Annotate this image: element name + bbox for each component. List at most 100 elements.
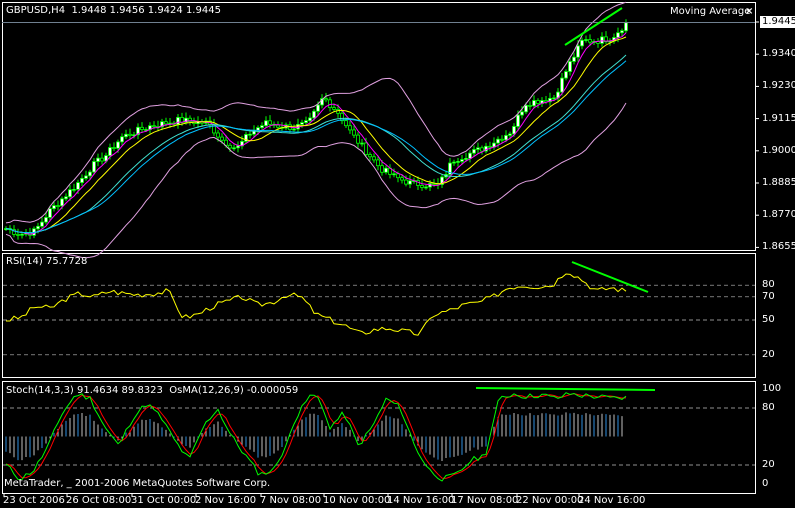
candle-body (576, 45, 580, 58)
candle-body (392, 173, 396, 176)
candle-body (48, 208, 52, 218)
stoch-tick-label: 20 (762, 459, 775, 470)
candle-body (300, 122, 304, 125)
candle-body (332, 107, 336, 110)
candle-body (56, 205, 60, 207)
x-tick-label: 24 Nov 16:00 (578, 495, 646, 506)
trendline-stoch (475, 387, 656, 391)
copyright: MetaTrader, _ 2001-2006 MetaQuotes Softw… (4, 478, 271, 489)
close-icon[interactable]: × (745, 6, 753, 18)
candle-body (268, 120, 272, 125)
osma-value: OsMA(12,26,9) -0.000059 (169, 385, 299, 396)
candle-body (508, 133, 512, 136)
x-tick-label: 2 Nov 16:00 (195, 495, 257, 506)
candle-body (348, 125, 352, 131)
candle-body (472, 149, 476, 154)
candle-body (72, 188, 76, 191)
candle-body (420, 185, 424, 188)
panel-frame (2, 381, 756, 494)
candle-body (352, 129, 356, 136)
trendline-rsi (571, 261, 649, 293)
candle-body (588, 39, 592, 43)
ma-slow-line (5, 54, 627, 234)
stoch-tick-label: 80 (762, 402, 775, 413)
candle-body (356, 134, 360, 144)
candle-body (120, 136, 124, 143)
candle-body (264, 120, 268, 127)
stoch-label: Stoch(14,3,3) 91.4634 89.8323 OsMA(12,26… (6, 385, 298, 397)
candle-body (84, 175, 88, 179)
candle-body (372, 156, 376, 161)
panel-frame (2, 253, 756, 378)
candle-body (228, 144, 232, 149)
candle-body (312, 110, 316, 119)
panel-frame (2, 2, 756, 251)
candle-body (584, 39, 588, 41)
candle-body (568, 61, 572, 72)
y-tick-label: 1.8655 (762, 241, 795, 253)
candle-body (308, 117, 312, 121)
rsi-tick-label: 80 (762, 279, 775, 291)
candle-body (616, 32, 620, 38)
candle-body (108, 147, 112, 156)
x-tick-label: 14 Nov 16:00 (387, 495, 455, 506)
candle-body (500, 138, 504, 141)
candle-body (292, 128, 296, 131)
candle-body (344, 120, 348, 127)
candle-body (480, 147, 484, 152)
candle-body (396, 173, 400, 179)
candle-body (620, 30, 624, 34)
x-tick-label: 31 Oct 00:00 (131, 495, 197, 506)
candle-body (364, 142, 368, 155)
candle-body (512, 126, 516, 135)
candle-body (140, 126, 144, 130)
x-tick-label: 7 Nov 08:00 (260, 495, 322, 506)
candle-body (76, 182, 80, 190)
x-tick-label: 23 Oct 2006 (3, 495, 65, 506)
candle-body (476, 147, 480, 150)
candle-body (524, 104, 528, 113)
candle-body (536, 100, 540, 104)
stoch-tick-label: 100 (762, 383, 782, 394)
candle-body (260, 125, 264, 129)
candle-body (516, 114, 520, 127)
ma-mid-line (5, 36, 627, 234)
symbol: GBPUSD,H4 (6, 5, 66, 16)
candle-body (408, 180, 412, 185)
candle-body (624, 22, 628, 32)
candle-body (376, 159, 380, 167)
candle-body (380, 165, 384, 173)
candle-body (20, 233, 24, 236)
candle-body (236, 145, 240, 149)
candle-body (504, 135, 508, 141)
candle-body (384, 167, 388, 173)
candle-body (92, 161, 96, 173)
candle-body (176, 117, 180, 125)
candle-body (580, 39, 584, 47)
y-tick-label: 1.8770 (762, 209, 795, 221)
y-tick-label: 1.8885 (762, 177, 795, 188)
ohlc-values: 1.9448 1.9456 1.9424 1.9445 (71, 5, 221, 16)
candle-body (520, 111, 524, 116)
candle-body (404, 179, 408, 185)
y-tick-label: 1.9340 (762, 48, 795, 60)
rsi-tick-label: 20 (762, 348, 775, 360)
ma-fast-line (5, 32, 627, 235)
candle-body (128, 133, 132, 136)
y-tick-label: 1.9000 (762, 144, 795, 156)
candle-body (488, 145, 492, 148)
rsi-tick-label: 70 (762, 290, 775, 302)
candle-body (496, 138, 500, 144)
y-tick-label: 1.9115 (762, 112, 795, 124)
x-tick-label: 10 Nov 00:00 (323, 495, 391, 506)
candle-body (532, 100, 536, 107)
candle-body (64, 196, 68, 200)
candle-body (564, 71, 568, 79)
candle-body (80, 177, 84, 183)
candle-body (468, 152, 472, 159)
candle-body (124, 133, 128, 138)
candle-body (232, 147, 236, 150)
rsi-label: RSI(14) 75.7728 (6, 256, 88, 267)
candle-body (112, 147, 116, 149)
candle-body (464, 157, 468, 160)
